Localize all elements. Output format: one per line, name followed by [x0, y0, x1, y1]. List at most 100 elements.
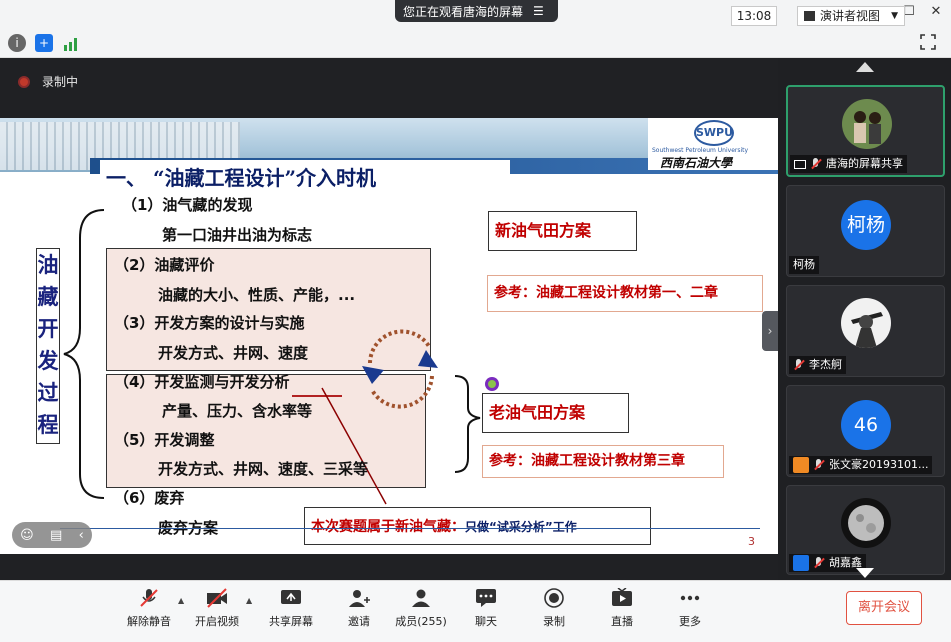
participant-name: 柯杨: [793, 258, 815, 271]
live-stream-label: 直播: [611, 615, 633, 628]
stage-1-heading: （1）油气藏的发现: [122, 196, 253, 214]
invite-button[interactable]: 邀请: [329, 588, 389, 636]
slide-footer-line: [60, 528, 760, 529]
meeting-toolbar: [0, 26, 951, 58]
stage-3-detail: 开发方式、井网、速度: [158, 344, 309, 362]
camera-off-icon: [206, 588, 228, 608]
laser-pointer-inner: [488, 380, 496, 388]
more-label: 更多: [679, 615, 701, 628]
collapse-left-icon[interactable]: ‹: [79, 528, 84, 543]
cycle-arc-top: [368, 329, 432, 364]
old-field-reference: 参考：油藏工程设计教材第三章: [482, 445, 724, 478]
competition-note-text: 只做“试采分析”工作: [465, 520, 577, 534]
slide-page-number: 3: [748, 535, 755, 548]
stage-3-heading: （3）开发方案的设计与实施: [114, 314, 305, 332]
participant-tile[interactable]: 柯杨 柯杨: [786, 185, 945, 277]
invite-label: 邀请: [348, 615, 370, 628]
chat-button[interactable]: 聊天: [456, 588, 516, 636]
competition-note: 本次赛题属于新油气藏：只做“试采分析”工作: [304, 507, 651, 545]
avatar: 46: [841, 400, 891, 450]
avatar: [841, 298, 891, 348]
record-button[interactable]: 录制: [524, 588, 584, 636]
mic-muted-icon: [793, 359, 805, 371]
close-icon[interactable]: ✕: [926, 2, 946, 22]
tile-name-bar: 胡嘉鑫: [789, 554, 866, 572]
menu-icon[interactable]: ☰: [533, 4, 544, 18]
avatar: 柯杨: [841, 200, 891, 250]
signal-icon[interactable]: [63, 36, 79, 51]
start-video-label: 开启视频: [195, 615, 239, 628]
floating-reaction-widget[interactable]: ☺ ▤ ‹: [12, 522, 92, 548]
emoji-icon[interactable]: ☺: [20, 528, 34, 543]
share-indicator-label: 您正在观看唐海的屏幕: [403, 4, 524, 19]
user-icon: [793, 555, 809, 571]
participant-name: 张文豪20193101...: [829, 458, 929, 471]
view-mode-label: 演讲者视图: [820, 9, 881, 23]
participant-name: 李杰舸: [809, 358, 842, 371]
record-icon: [543, 588, 565, 608]
unmute-label: 解除静音: [127, 615, 171, 628]
panel-collapse-handle[interactable]: ›: [762, 311, 778, 351]
members-button[interactable]: 成员(255): [391, 588, 451, 636]
pointer-line: [321, 387, 387, 505]
start-video-button[interactable]: 开启视频: [187, 588, 247, 636]
stage-2-detail: 油藏的大小、性质、产能，...: [158, 286, 356, 304]
scroll-up-icon[interactable]: [856, 62, 874, 72]
mic-muted-icon: [810, 158, 822, 170]
info-icon[interactable]: i: [8, 34, 26, 52]
meeting-timer: 13:08: [731, 6, 777, 26]
screen-share-icon: [794, 159, 806, 169]
live-stream-button[interactable]: 直播: [592, 587, 652, 636]
mic-muted-icon: [813, 459, 825, 471]
mic-muted-icon: [813, 557, 825, 569]
tile-name-bar: 张文豪20193101...: [789, 456, 933, 474]
chevron-up-icon[interactable]: ▲: [178, 596, 184, 605]
annotate-icon[interactable]: ▤: [50, 528, 62, 543]
chevron-up-icon[interactable]: ▲: [246, 596, 252, 605]
shield-icon[interactable]: +: [35, 34, 53, 52]
stage-4-detail: 产量、压力、含水率等: [162, 402, 313, 420]
avatar: [842, 99, 892, 149]
old-field-plan-label: 老油气田方案: [482, 393, 629, 433]
presentation-slide: 一、 “油藏工程设计”介入时机 SWPU Southwest Petroleum…: [0, 118, 778, 554]
cycle-arrow-right: [418, 350, 438, 368]
left-brace: [63, 209, 105, 499]
view-mode-dropdown[interactable]: 演讲者视图 ▼: [797, 6, 905, 26]
chat-icon: [475, 588, 497, 608]
members-label: 成员(255): [395, 615, 447, 628]
new-field-plan-label: 新油气田方案: [488, 211, 637, 251]
cycle-arrow-left: [362, 366, 384, 384]
unmute-button[interactable]: 解除静音: [119, 588, 179, 636]
record-dot-icon: [18, 75, 30, 88]
recording-indicator: 录制中: [18, 73, 78, 90]
fullscreen-icon[interactable]: [920, 34, 936, 50]
participant-tile[interactable]: 李杰舸: [786, 285, 945, 377]
competition-note-bold: 本次赛题属于新油气藏：: [311, 519, 465, 535]
participant-tile[interactable]: 胡嘉鑫: [786, 485, 945, 575]
participant-tile[interactable]: 46 张文豪20193101...: [786, 385, 945, 477]
stage-1-detail: 第一口油井出油为标志: [162, 226, 313, 244]
stage-4-heading: （4）开发监测与开发分析: [114, 373, 290, 391]
right-brace: [454, 375, 481, 473]
more-icon: [679, 588, 701, 608]
stage-2-heading: （2）油藏评价: [114, 256, 215, 274]
share-screen-label: 共享屏幕: [269, 615, 313, 628]
stage-5-heading: （5）开发调整: [114, 431, 215, 449]
participant-tile[interactable]: 唐海的屏幕共享: [786, 85, 945, 177]
tile-name-bar: 唐海的屏幕共享: [790, 155, 907, 173]
share-screen-icon: [280, 588, 302, 608]
stage-6-heading: （6）废弃: [114, 489, 185, 507]
members-icon: [410, 588, 432, 608]
user-icon: [793, 457, 809, 473]
leave-meeting-button[interactable]: 离开会议: [846, 591, 922, 625]
more-button[interactable]: 更多: [660, 588, 720, 636]
scroll-down-icon[interactable]: [856, 568, 874, 578]
share-screen-button[interactable]: 共享屏幕: [261, 588, 321, 636]
live-stream-icon: [611, 587, 633, 608]
tile-name-bar: 李杰舸: [789, 356, 846, 374]
record-label: 录制: [543, 615, 565, 628]
avatar: [841, 498, 891, 548]
new-field-reference: 参考：油藏工程设计教材第一、二章: [487, 275, 763, 312]
tile-name-bar: 柯杨: [789, 256, 819, 274]
share-indicator[interactable]: 您正在观看唐海的屏幕 ☰: [395, 0, 558, 22]
